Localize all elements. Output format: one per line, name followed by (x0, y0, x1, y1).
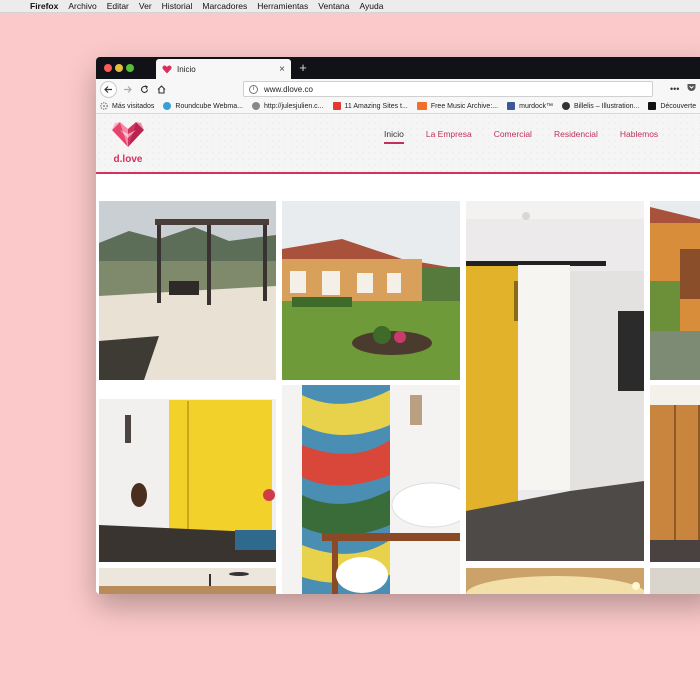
bookmark-billelis[interactable]: Billelis – Illustration... (561, 102, 639, 110)
tiled-bathroom-photo[interactable] (282, 385, 460, 594)
be-icon (648, 102, 657, 110)
navigation-bar: i www.dlove.co ••• (96, 79, 700, 99)
site-header: d.love Inicio La Empresa Comercial Resid… (96, 114, 700, 174)
more-actions-icon[interactable]: ••• (670, 84, 679, 94)
bookmark-free-music-archive[interactable]: Free Music Archive:... (416, 102, 498, 110)
toolbar-right: ••• (670, 83, 696, 94)
menu-historial[interactable]: Historial (162, 1, 193, 11)
site-nav: Inicio La Empresa Comercial Residencial … (384, 129, 680, 144)
tab-bar: Inicio × + (96, 57, 700, 79)
site-logo[interactable]: d.love (110, 120, 146, 165)
globe-icon (251, 102, 260, 110)
billelis-icon (561, 102, 570, 110)
tab-inicio[interactable]: Inicio × (156, 59, 291, 79)
yellow-wall-room-photo[interactable] (99, 385, 276, 562)
url-bar[interactable]: i www.dlove.co (243, 81, 653, 97)
wood-closet-photo[interactable] (650, 385, 700, 562)
bookmarks-toolbar: Más visitados Roundcube Webma... http://… (96, 99, 700, 114)
nav-inicio[interactable]: Inicio (384, 129, 404, 144)
fma-icon (416, 102, 427, 110)
home-button[interactable] (153, 81, 170, 98)
menu-ayuda[interactable]: Ayuda (360, 1, 384, 11)
bookmark-murdock[interactable]: murdock™ (507, 102, 553, 110)
menu-archivo[interactable]: Archivo (68, 1, 96, 11)
new-tab-button[interactable]: + (296, 59, 310, 77)
house-exterior-photo[interactable] (650, 201, 700, 380)
mac-menu-bar: Firefox Archivo Editar Ver Historial Mar… (0, 0, 700, 13)
menu-marcadores[interactable]: Marcadores (202, 1, 247, 11)
roundcube-icon (163, 102, 172, 110)
interior-partial-photo[interactable] (99, 568, 276, 594)
pocket-icon[interactable] (687, 83, 696, 94)
arrow-left-icon (104, 85, 112, 93)
menu-ver[interactable]: Ver (139, 1, 152, 11)
reload-icon (140, 84, 149, 93)
forward-button[interactable] (119, 81, 136, 98)
logo-text: d.love (113, 154, 143, 165)
nav-la-empresa[interactable]: La Empresa (426, 129, 472, 139)
heart-logo-icon (112, 122, 144, 147)
house-garden-photo[interactable] (282, 201, 460, 380)
photo-gallery (96, 176, 700, 594)
close-window-button[interactable] (104, 64, 112, 72)
back-button[interactable] (100, 80, 117, 98)
ceiling-light-photo[interactable] (466, 568, 644, 594)
menu-firefox[interactable]: Firefox (30, 1, 58, 11)
nav-residencial[interactable]: Residencial (554, 129, 598, 139)
minimize-window-button[interactable] (115, 64, 123, 72)
browser-window: Inicio × + i www.dlove.co ••• Más visita… (96, 57, 700, 594)
menu-herramientas[interactable]: Herramientas (257, 1, 308, 11)
facebook-icon (507, 102, 516, 110)
home-icon (157, 84, 166, 94)
bookmark-decouverte[interactable]: Découverte (648, 102, 696, 110)
yellow-sliding-door-photo[interactable] (466, 201, 644, 561)
bookmark-icon (332, 102, 341, 110)
bookmark-mas-visitados[interactable]: Más visitados (100, 102, 154, 110)
bookmark-julesjulien[interactable]: http://julesjulien.c... (251, 102, 324, 110)
tab-close-icon[interactable]: × (276, 64, 288, 75)
url-text: www.dlove.co (264, 84, 313, 94)
menu-editar[interactable]: Editar (107, 1, 129, 11)
arrow-right-icon (124, 85, 132, 93)
info-icon[interactable]: i (249, 84, 258, 94)
tab-title: Inicio (177, 64, 196, 74)
bookmark-roundcube[interactable]: Roundcube Webma... (163, 102, 243, 110)
terrace-pergola-photo[interactable] (99, 201, 276, 380)
dlove-favicon-icon (162, 64, 172, 74)
gear-icon (100, 102, 108, 110)
interior-partial-photo[interactable] (650, 568, 700, 594)
bookmark-amazing-sites[interactable]: 11 Amazing Sites t... (332, 102, 408, 110)
menu-ventana[interactable]: Ventana (318, 1, 349, 11)
nav-comercial[interactable]: Comercial (494, 129, 532, 139)
nav-hablemos[interactable]: Hablemos (620, 129, 658, 139)
zoom-window-button[interactable] (126, 64, 134, 72)
reload-button[interactable] (136, 81, 153, 98)
